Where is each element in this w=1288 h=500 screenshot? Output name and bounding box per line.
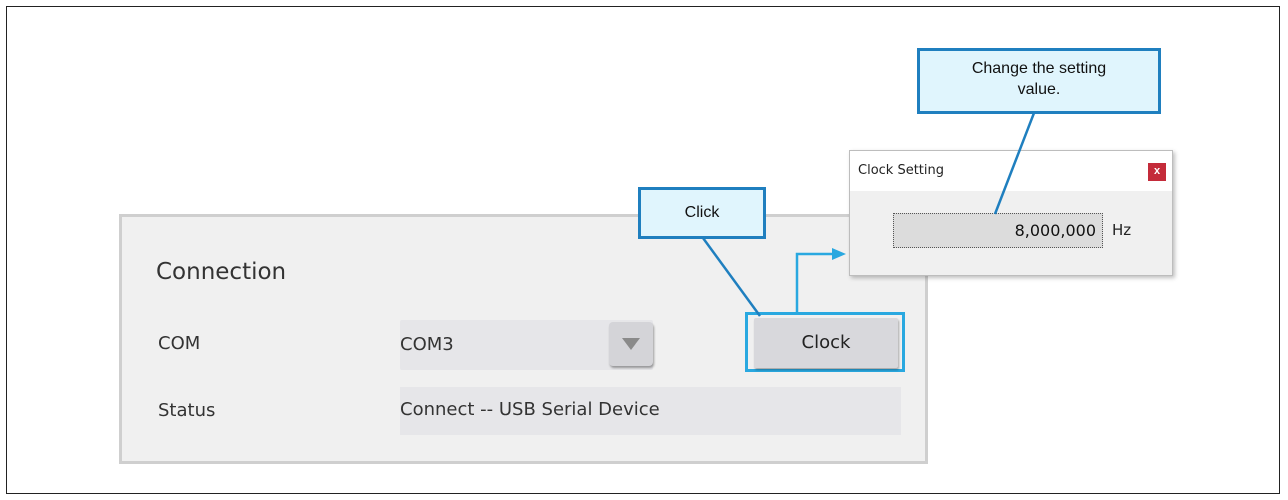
click-callout-pointer [701,237,762,317]
callout-line-1: Change the setting [971,60,1107,77]
callout-line-2: value. [1017,81,1061,98]
arrow-connector [795,252,832,313]
arrow-right-icon [832,248,846,260]
change-setting-callout: Change the setting value. [917,48,1161,114]
change-callout-pointer [993,112,1036,215]
click-callout: Click [638,187,766,239]
